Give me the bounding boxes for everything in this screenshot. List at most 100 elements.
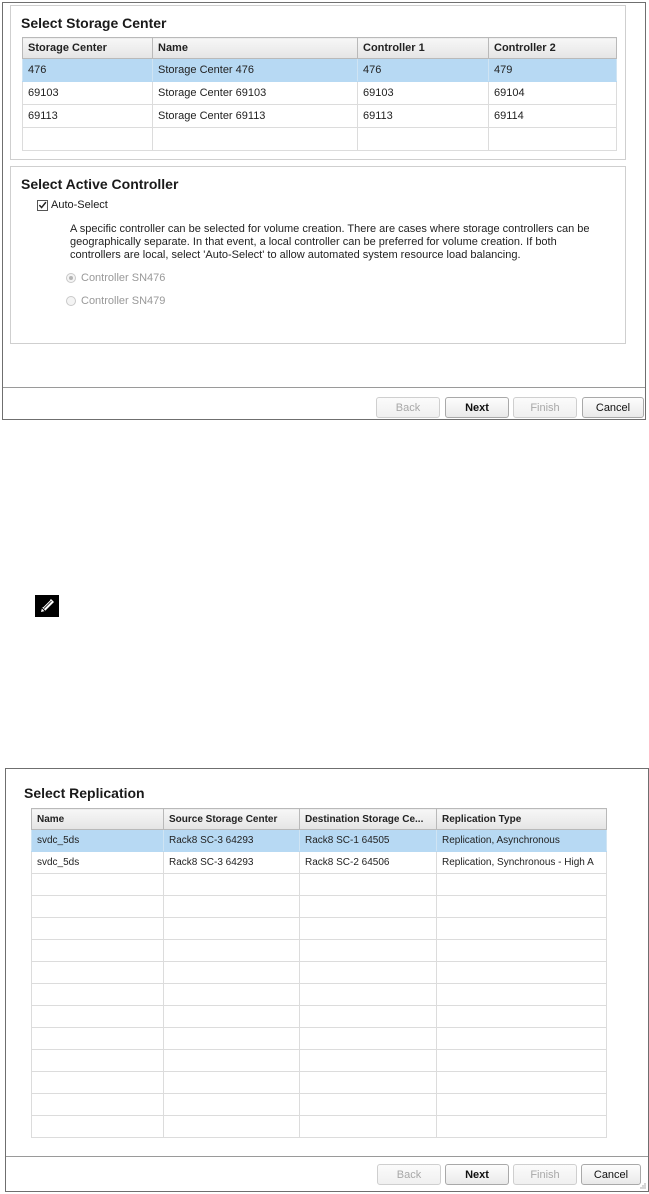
table-row[interactable]: svdc_5ds Rack8 SC-3 64293 Rack8 SC-1 64505… xyxy=(31,829,607,852)
table-cell: svdc_5ds xyxy=(31,851,164,874)
cancel-button[interactable]: Cancel xyxy=(582,397,644,418)
table-row[interactable] xyxy=(31,1027,607,1050)
table-cell xyxy=(163,961,300,984)
table-cell xyxy=(436,961,607,984)
next-button[interactable]: Next xyxy=(445,1164,509,1185)
table-cell: 69113 xyxy=(22,104,153,128)
table-cell: Rack8 SC-1 64505 xyxy=(299,829,437,852)
radio-label: Controller SN479 xyxy=(81,295,166,307)
table-cell xyxy=(299,1005,437,1028)
table-cell: Replication, Asynchronous xyxy=(436,829,607,852)
table-row[interactable]: svdc_5ds Rack8 SC-3 64293 Rack8 SC-2 64506… xyxy=(31,851,607,874)
back-button[interactable]: Back xyxy=(376,397,440,418)
table-cell xyxy=(31,939,164,962)
table-cell xyxy=(31,1049,164,1072)
table-cell: Rack8 SC-2 64506 xyxy=(299,851,437,874)
finish-button[interactable]: Finish xyxy=(513,397,577,418)
table-cell: 69114 xyxy=(488,104,617,128)
column-header-controller-2[interactable]: Controller 2 xyxy=(488,37,617,59)
cancel-button[interactable]: Cancel xyxy=(581,1164,641,1185)
table-cell xyxy=(436,895,607,918)
table-cell xyxy=(163,1049,300,1072)
table-row[interactable] xyxy=(31,1049,607,1072)
table-cell: 476 xyxy=(357,58,489,82)
table-row[interactable] xyxy=(31,895,607,918)
table-row[interactable]: 69103 Storage Center 69103 69103 69104 xyxy=(22,81,617,105)
table-cell xyxy=(22,127,153,151)
table-cell xyxy=(31,1071,164,1094)
table-row[interactable] xyxy=(31,1115,607,1138)
column-header-source-storage-center[interactable]: Source Storage Center xyxy=(163,808,300,830)
table-cell xyxy=(163,1115,300,1138)
resize-grip-icon[interactable] xyxy=(638,1181,646,1189)
table-row[interactable]: 476 Storage Center 476 476 479 xyxy=(22,58,617,82)
radio-icon[interactable] xyxy=(66,273,76,283)
back-button[interactable]: Back xyxy=(377,1164,441,1185)
table-cell xyxy=(299,1049,437,1072)
table-row[interactable]: 69113 Storage Center 69113 69113 69114 xyxy=(22,104,617,128)
table-row[interactable] xyxy=(31,939,607,962)
table-cell: 69103 xyxy=(357,81,489,105)
auto-select-checkbox[interactable]: Auto-Select xyxy=(37,199,108,211)
table-cell xyxy=(163,917,300,940)
active-controller-title: Select Active Controller xyxy=(21,176,179,192)
pencil-note-icon xyxy=(35,595,59,617)
column-header-name[interactable]: Name xyxy=(31,808,164,830)
table-cell xyxy=(31,895,164,918)
table-row[interactable] xyxy=(31,1005,607,1028)
table-cell xyxy=(436,1093,607,1116)
table-cell xyxy=(299,939,437,962)
table-row[interactable] xyxy=(31,1093,607,1116)
table-cell xyxy=(436,983,607,1006)
table-cell: 479 xyxy=(488,58,617,82)
table-cell xyxy=(31,1027,164,1050)
table-cell: Replication, Synchronous - High A xyxy=(436,851,607,874)
table-row[interactable] xyxy=(31,1071,607,1094)
column-header-storage-center[interactable]: Storage Center xyxy=(22,37,153,59)
table-cell: 69113 xyxy=(357,104,489,128)
controller-description: A specific controller can be selected fo… xyxy=(70,223,590,261)
table-cell xyxy=(436,917,607,940)
table-cell xyxy=(31,873,164,896)
active-controller-group: Select Active Controller Auto-Select A s… xyxy=(10,166,626,344)
table-row[interactable] xyxy=(31,917,607,940)
checkbox-icon[interactable] xyxy=(37,199,48,211)
replication-title: Select Replication xyxy=(24,785,145,801)
next-button[interactable]: Next xyxy=(445,397,509,418)
radio-controller-sn476[interactable]: Controller SN476 xyxy=(66,272,165,284)
table-cell xyxy=(299,1071,437,1094)
table-cell xyxy=(299,895,437,918)
table-cell xyxy=(436,1005,607,1028)
table-cell xyxy=(163,895,300,918)
radio-controller-sn479[interactable]: Controller SN479 xyxy=(66,295,165,307)
table-cell: Rack8 SC-3 64293 xyxy=(163,851,300,874)
table-cell xyxy=(31,983,164,1006)
footer-divider xyxy=(6,1156,648,1157)
table-cell xyxy=(436,1049,607,1072)
table-cell xyxy=(436,1071,607,1094)
table-row[interactable] xyxy=(22,127,617,151)
column-header-replication-type[interactable]: Replication Type xyxy=(436,808,607,830)
column-header-name[interactable]: Name xyxy=(152,37,358,59)
table-row[interactable] xyxy=(31,873,607,896)
column-header-controller-1[interactable]: Controller 1 xyxy=(357,37,489,59)
radio-label: Controller SN476 xyxy=(81,272,166,284)
table-cell: 69104 xyxy=(488,81,617,105)
radio-icon[interactable] xyxy=(66,296,76,306)
table-cell: 476 xyxy=(22,58,153,82)
table-row[interactable] xyxy=(31,961,607,984)
table-cell xyxy=(436,939,607,962)
table-cell xyxy=(163,1005,300,1028)
table-row[interactable] xyxy=(31,983,607,1006)
table-cell xyxy=(299,983,437,1006)
table-cell: Storage Center 69103 xyxy=(152,81,358,105)
storage-center-group: Select Storage Center Storage Center Nam… xyxy=(10,5,626,160)
table-cell xyxy=(163,983,300,1006)
column-header-destination-storage-center[interactable]: Destination Storage Ce... xyxy=(299,808,437,830)
select-storage-center-dialog: Select Storage Center Storage Center Nam… xyxy=(2,2,646,420)
finish-button[interactable]: Finish xyxy=(513,1164,577,1185)
table-cell xyxy=(436,1115,607,1138)
replication-table: Name Source Storage Center Destination S… xyxy=(31,808,607,1138)
table-cell xyxy=(436,873,607,896)
table-cell xyxy=(163,1071,300,1094)
